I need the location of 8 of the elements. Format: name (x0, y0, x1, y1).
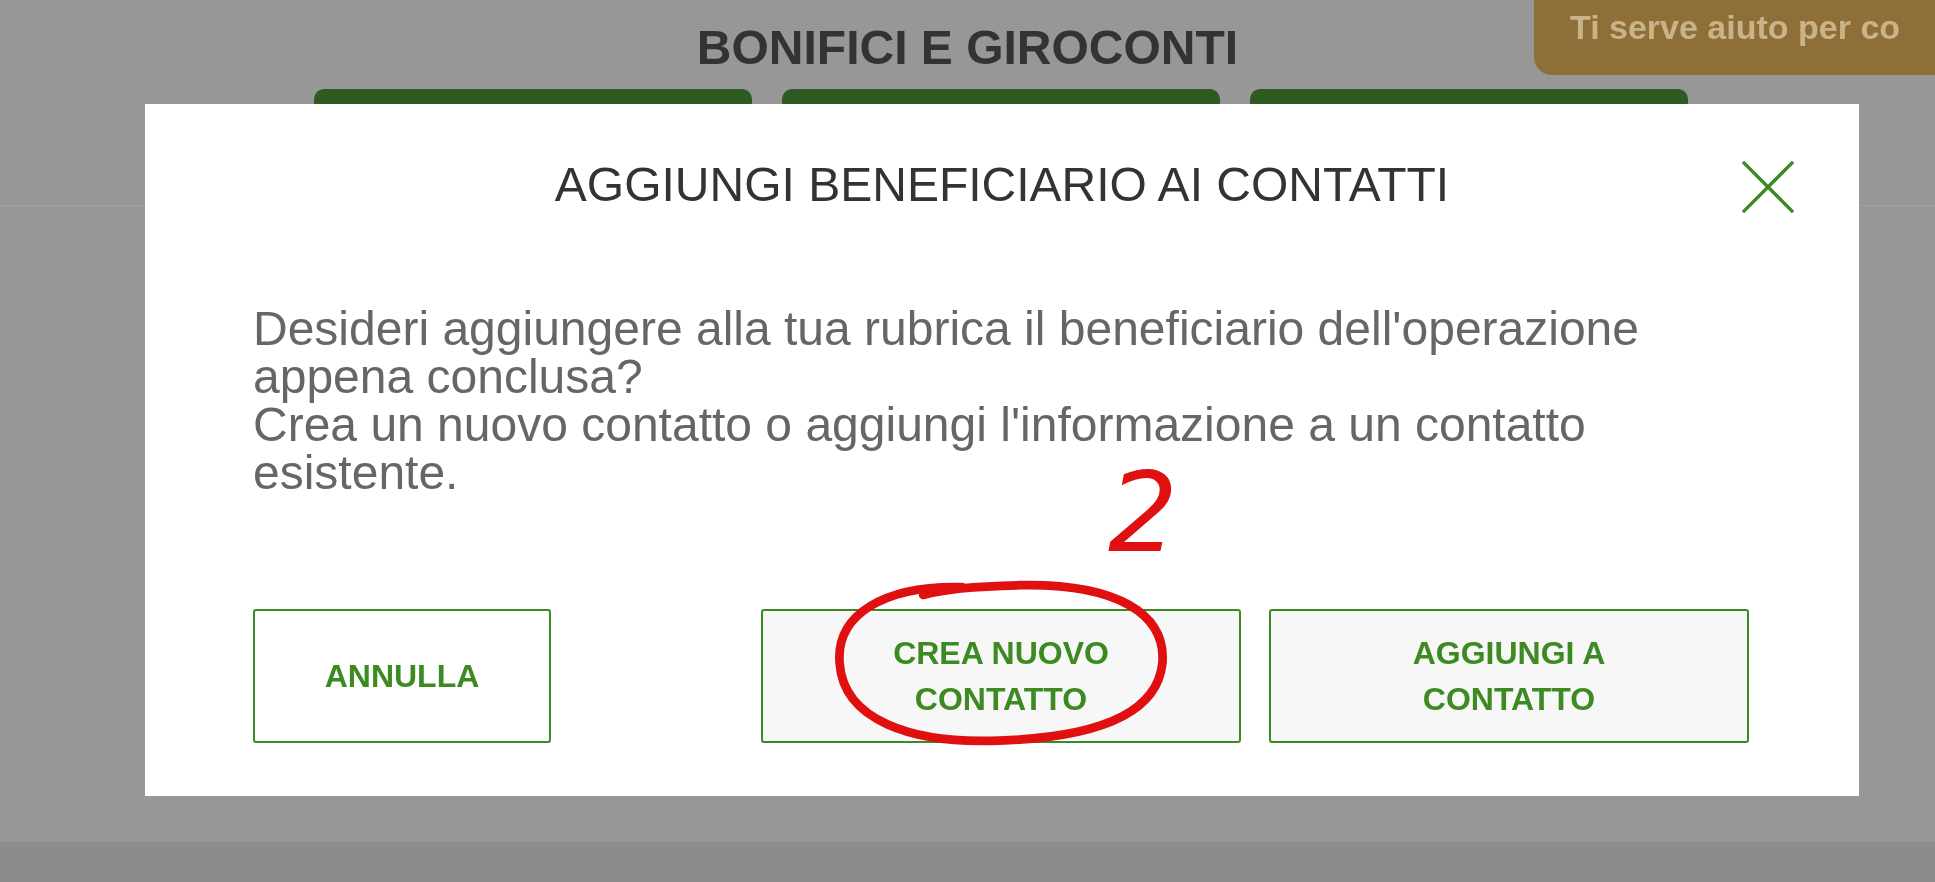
help-tab[interactable]: Ti serve aiuto per co (1534, 0, 1935, 75)
dialog-title: AGGIUNGI BENEFICIARIO AI CONTATTI (554, 157, 1450, 212)
dialog-message: Desideri aggiungere alla tua rubrica il beneficiario dell'operazione appena conclusa? (253, 305, 1640, 401)
dialog-button[interactable]: CREA NUOVO CONTATTO (761, 609, 1241, 743)
dialog-button[interactable]: AGGIUNGI A CONTATTO (1269, 609, 1749, 743)
page-title: BONIFICI E GIROCONTI (696, 20, 1239, 75)
dialog-button[interactable]: ANNULLA (253, 609, 551, 743)
close-icon[interactable] (1741, 160, 1795, 214)
